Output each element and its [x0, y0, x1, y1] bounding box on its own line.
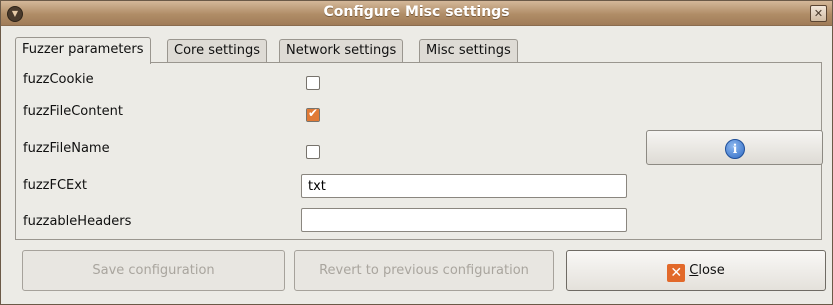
- fuzz-file-name-checkbox[interactable]: [306, 145, 320, 159]
- window-title: Configure Misc settings: [323, 4, 510, 20]
- tab-network-settings[interactable]: Network settings: [279, 39, 404, 62]
- close-mnemonic: C: [689, 263, 699, 278]
- info-button[interactable]: i: [646, 130, 823, 165]
- title-bar[interactable]: ▼ Configure Misc settings ✕: [1, 1, 832, 26]
- fuzzable-headers-label: fuzzableHeaders: [23, 214, 132, 229]
- fuzz-fc-ext-label: fuzzFCExt: [23, 178, 88, 193]
- fuzz-file-content-label: fuzzFileContent: [23, 104, 123, 119]
- window-close-icon[interactable]: ✕: [810, 5, 827, 22]
- fuzz-file-name-label: fuzzFileName: [23, 141, 110, 156]
- tab-core-settings[interactable]: Core settings: [167, 39, 268, 62]
- close-icon: ✕: [667, 264, 686, 282]
- dialog-window: ▼ Configure Misc settings ✕ Fuzzer param…: [0, 0, 833, 305]
- fuzzable-headers-input[interactable]: [301, 208, 627, 232]
- fuzz-file-content-checkbox[interactable]: ✔: [306, 106, 320, 122]
- save-configuration-button[interactable]: Save configuration: [22, 250, 285, 291]
- checkmark-icon: ✔: [308, 106, 319, 120]
- fuzzer-parameters-panel: fuzzCookie fuzzFileContent ✔ fuzzFileNam…: [15, 62, 823, 240]
- fuzz-cookie-checkbox[interactable]: [306, 76, 320, 90]
- revert-configuration-button[interactable]: Revert to previous configuration: [294, 250, 554, 291]
- info-icon: i: [725, 139, 745, 159]
- fuzz-fc-ext-input[interactable]: [301, 174, 627, 198]
- fuzz-cookie-label: fuzzCookie: [23, 72, 94, 87]
- close-button[interactable]: ✕ Close: [566, 250, 826, 291]
- tab-fuzzer-parameters[interactable]: Fuzzer parameters: [15, 37, 151, 64]
- close-label: lose: [698, 263, 725, 278]
- tab-misc-settings[interactable]: Misc settings: [419, 39, 518, 62]
